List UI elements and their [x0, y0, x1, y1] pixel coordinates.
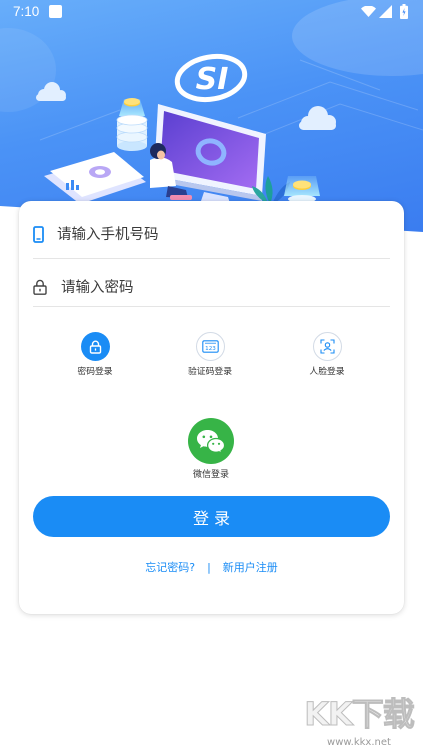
cloud-right-icon: [299, 106, 336, 130]
phone-input[interactable]: [57, 221, 377, 249]
si-logo: SI: [174, 53, 248, 103]
watermark-brand: KK下载: [304, 695, 416, 734]
lock-icon: [33, 279, 47, 295]
si-logo-text: SI: [196, 62, 229, 97]
status-time: 7:10: [13, 4, 40, 19]
login-method-label: 人脸登录: [309, 367, 345, 377]
login-method-label: 验证码登录: [188, 367, 232, 377]
forgot-password-link[interactable]: 忘记密码?: [145, 560, 195, 575]
coin-stack: [116, 98, 148, 151]
login-method-password[interactable]: 密码登录: [55, 332, 135, 378]
watermark: KK下载 www.kkx.net: [299, 694, 419, 749]
face-login-button[interactable]: [312, 332, 342, 361]
phone-field[interactable]: [33, 221, 390, 249]
password-field[interactable]: [33, 274, 390, 302]
wechat-login-button[interactable]: [188, 418, 234, 464]
login-method-label: 密码登录: [77, 367, 113, 377]
wechat-login-label: 微信登录: [192, 470, 229, 480]
register-link[interactable]: 新用户注册: [223, 560, 278, 575]
auth-links: 忘记密码? | 新用户注册: [19, 560, 404, 575]
wechat-icon: [197, 430, 226, 454]
watermark-url: www.kkx.net: [327, 737, 391, 748]
status-bar: 7:10: [0, 0, 423, 24]
divider: [33, 306, 390, 307]
notification-icon: [49, 5, 62, 18]
password-login-button[interactable]: [80, 332, 110, 361]
wechat-login[interactable]: 微信登录: [171, 418, 251, 481]
link-separator: |: [207, 561, 211, 574]
login-method-sms-code[interactable]: 123 验证码登录: [170, 332, 250, 378]
battery-icon: [400, 4, 408, 19]
sms-code-login-button[interactable]: 123: [195, 332, 225, 361]
sms-code-icon: 123: [201, 340, 219, 353]
documents: [44, 152, 146, 204]
login-method-face[interactable]: 人脸登录: [287, 332, 367, 378]
password-input[interactable]: [61, 274, 381, 302]
phone-icon: [33, 226, 44, 243]
sms-code-icon-text: 123: [205, 346, 216, 352]
signal-icon: [379, 5, 392, 18]
divider: [33, 258, 390, 259]
login-card: 密码登录 123 验证码登录 人脸登录: [19, 201, 404, 614]
login-button[interactable]: 登 录: [33, 496, 390, 537]
face-scan-icon: [319, 339, 335, 354]
lock-icon: [89, 340, 101, 354]
wifi-icon: [361, 6, 376, 17]
coin-hologram: [284, 176, 320, 203]
